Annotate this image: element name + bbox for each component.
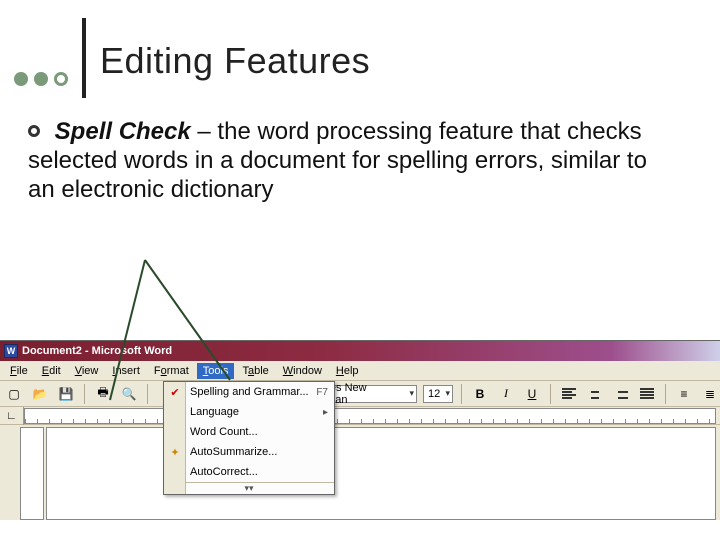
submenu-arrow-icon: ▸ <box>323 407 328 418</box>
menu-table[interactable]: Table <box>236 363 274 379</box>
align-left-button[interactable] <box>559 384 579 404</box>
tools-wordcount-item[interactable]: Word Count... <box>164 422 334 442</box>
dot-icon <box>34 72 48 86</box>
preview-button[interactable]: 🔍 <box>119 384 139 404</box>
tools-language-label: Language <box>190 406 239 418</box>
title-divider <box>82 18 86 98</box>
menu-help[interactable]: Help <box>330 363 365 379</box>
toolbar-separator <box>665 384 666 404</box>
slide-body: Spell Check – the word processing featur… <box>28 118 680 204</box>
align-right-button[interactable] <box>611 384 631 404</box>
word-titlebar: W Document2 - Microsoft Word <box>0 341 720 361</box>
tools-autosummarize-label: AutoSummarize... <box>190 446 277 458</box>
open-button[interactable]: 📂 <box>30 384 50 404</box>
bullet-ring-icon <box>28 125 40 137</box>
numbered-list-button[interactable]: ≡ <box>674 384 694 404</box>
italic-button[interactable]: I <box>496 384 516 404</box>
toolbar-separator <box>147 384 148 404</box>
bullet-term: Spell Check <box>55 118 191 145</box>
tools-spelling-item[interactable]: ✔ Spelling and Grammar... F7 <box>164 382 334 402</box>
menu-format[interactable]: Format <box>148 363 195 379</box>
document-area <box>0 425 720 520</box>
dot-outline-icon <box>54 72 68 86</box>
word-window: W Document2 - Microsoft Word File Edit V… <box>0 340 720 520</box>
align-center-button[interactable] <box>585 384 605 404</box>
word-app-icon: W <box>4 344 18 358</box>
tools-language-item[interactable]: Language ▸ <box>164 402 334 422</box>
horizontal-ruler[interactable] <box>24 408 716 424</box>
document-page[interactable] <box>46 427 716 520</box>
tools-spelling-label: Spelling and Grammar... <box>190 386 309 398</box>
ruler-corner: ∟ <box>0 407 24 425</box>
menu-file[interactable]: File <box>4 363 34 379</box>
slide-title: Editing Features <box>100 40 370 82</box>
tools-autocorrect-label: AutoCorrect... <box>190 466 258 478</box>
toolbar-separator <box>461 384 462 404</box>
dropdown-expand[interactable]: ▾▾ <box>164 482 334 494</box>
slide-header: Editing Features <box>14 18 370 98</box>
bullet-sep: – <box>191 118 218 145</box>
left-gutter <box>0 425 18 520</box>
word-toolbar: ▢ 📂 💾 🖶 🔍 Times New Roman 12 B I U ≡ ≣ <box>0 381 720 407</box>
font-size-select[interactable]: 12 <box>423 385 453 403</box>
spellcheck-icon: ✔ <box>167 384 183 400</box>
menu-edit[interactable]: Edit <box>36 363 67 379</box>
dot-icon <box>14 72 28 86</box>
bulleted-list-button[interactable]: ≣ <box>700 384 720 404</box>
print-button[interactable]: 🖶 <box>93 384 113 404</box>
toolbar-separator <box>84 384 85 404</box>
tools-wordcount-label: Word Count... <box>190 426 258 438</box>
font-size-value: 12 <box>428 388 440 400</box>
word-title-text: Document2 - Microsoft Word <box>22 345 172 357</box>
save-button[interactable]: 💾 <box>56 384 76 404</box>
underline-button[interactable]: U <box>522 384 542 404</box>
menu-window[interactable]: Window <box>277 363 328 379</box>
tools-autosummarize-item[interactable]: ✦ AutoSummarize... <box>164 442 334 462</box>
menu-insert[interactable]: Insert <box>106 363 146 379</box>
tools-dropdown: ✔ Spelling and Grammar... F7 Language ▸ … <box>163 381 335 495</box>
ruler-row: ∟ <box>0 407 720 425</box>
bold-button[interactable]: B <box>470 384 490 404</box>
word-menubar: File Edit View Insert Format Tools Table… <box>0 361 720 381</box>
justify-button[interactable] <box>637 384 657 404</box>
decorative-dots <box>14 72 68 86</box>
toolbar-separator <box>550 384 551 404</box>
chevron-down-icon: ▾▾ <box>244 483 253 494</box>
tools-spelling-shortcut: F7 <box>316 387 328 398</box>
menu-view[interactable]: View <box>69 363 105 379</box>
menu-tools[interactable]: Tools <box>197 363 235 379</box>
vertical-ruler[interactable] <box>20 427 44 520</box>
new-doc-button[interactable]: ▢ <box>4 384 24 404</box>
tools-autocorrect-item[interactable]: AutoCorrect... <box>164 462 334 482</box>
autosummarize-icon: ✦ <box>167 444 183 460</box>
